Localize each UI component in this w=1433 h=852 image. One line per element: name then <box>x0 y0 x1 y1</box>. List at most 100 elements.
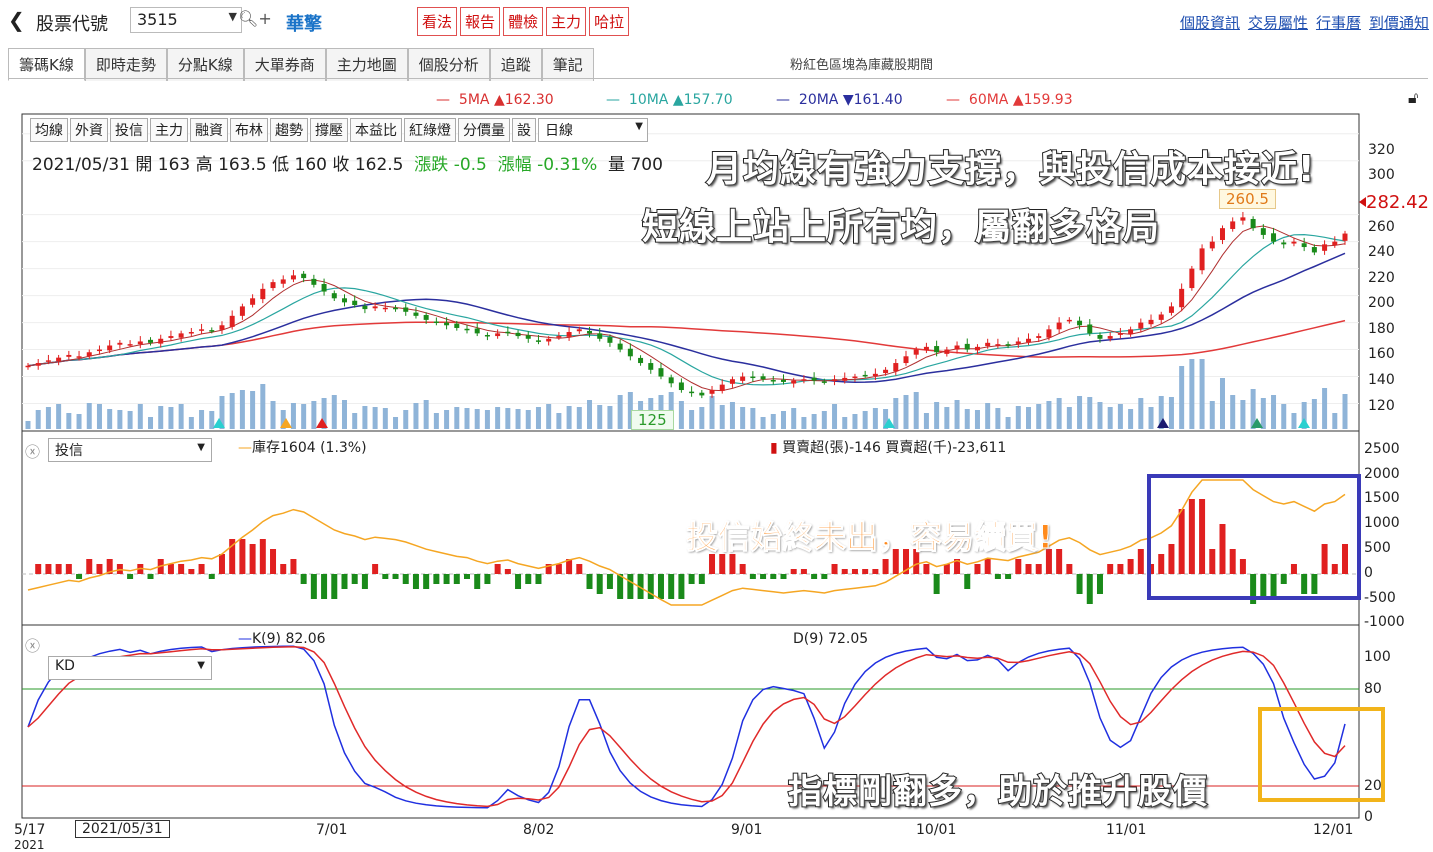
volume-bar <box>770 414 776 429</box>
candle-body <box>883 369 889 374</box>
inv-buy-bar <box>882 559 889 574</box>
volume-bar <box>903 395 909 429</box>
inv-buy-bar <box>270 549 277 574</box>
volume-bar <box>1291 413 1297 429</box>
volume-bar <box>96 404 102 429</box>
volume-bar <box>566 406 572 429</box>
volume-bar <box>25 421 31 429</box>
x-tick: 12/01 <box>1313 822 1354 838</box>
inv-buy-bar <box>1158 554 1165 574</box>
candle-body <box>556 336 562 338</box>
inv-sell-bar <box>402 574 409 584</box>
volume-bar <box>1189 359 1195 429</box>
chevron-down-icon: ▼ <box>197 660 205 671</box>
candle-body <box>689 391 695 394</box>
inv-buy-bar <box>290 559 297 574</box>
close-icon[interactable]: ⓧ <box>25 441 40 462</box>
volume-bar <box>1046 401 1052 429</box>
volume-bar <box>893 398 899 429</box>
inv-sell-bar <box>1076 574 1083 594</box>
inv-buy-bar <box>504 569 511 574</box>
candle-body <box>158 338 164 344</box>
candle-body <box>1209 241 1215 249</box>
candle-body <box>270 282 276 289</box>
candle-body <box>117 342 123 345</box>
candle-body <box>311 278 317 285</box>
candle-body <box>627 348 633 357</box>
cursor-date: 2021/05/31 <box>75 820 170 838</box>
ohlc-open-label: 開 <box>135 155 153 175</box>
ohlc-pct-label: 漲幅 <box>497 155 532 175</box>
volume-bar <box>1168 397 1174 429</box>
volume-bar <box>148 417 154 429</box>
inv-sell-bar <box>535 574 542 584</box>
period-select[interactable]: 日線 ▼ <box>538 118 648 142</box>
candle-body <box>1026 338 1032 343</box>
volume-bar <box>1219 378 1225 429</box>
volume-bar <box>239 390 245 429</box>
candle-body <box>321 284 327 292</box>
inv-buy-bar <box>1056 549 1063 574</box>
candle-body <box>1066 319 1072 322</box>
inv-sell-bar <box>351 574 358 584</box>
btn-trend[interactable]: 趨勢 <box>270 118 308 142</box>
btn-margin[interactable]: 融資 <box>190 118 228 142</box>
candle-body <box>505 331 511 334</box>
candle-body <box>903 356 909 364</box>
inv-sell-bar <box>688 574 695 584</box>
x-tick: 7/01 <box>316 822 348 838</box>
inv-selector-value: 投信 <box>55 443 83 459</box>
inv-sell-bar <box>617 574 624 599</box>
inv-sell-bar <box>423 574 430 589</box>
candle-body <box>1036 336 1042 338</box>
close-icon[interactable]: ⓧ <box>25 635 40 656</box>
btn-vol-profile[interactable]: 分價量 <box>458 118 510 142</box>
volume-bar <box>1056 398 1062 429</box>
inv-sell-bar <box>515 574 522 589</box>
btn-pe[interactable]: 本益比 <box>350 118 402 142</box>
inv-sell-bar <box>443 574 450 584</box>
btn-ma[interactable]: 均線 <box>30 118 68 142</box>
inv-sell-bar <box>127 574 134 579</box>
candle-body <box>515 332 521 337</box>
candle-body <box>760 376 766 380</box>
volume-bar <box>1342 394 1348 429</box>
candle-body <box>658 368 664 377</box>
candle-body <box>331 293 337 299</box>
btn-trust[interactable]: 投信 <box>110 118 148 142</box>
inv-buy-bar <box>1127 559 1134 574</box>
kd-selector[interactable]: KD ▼ <box>48 656 212 680</box>
btn-settings[interactable]: 設 <box>512 118 536 142</box>
x-tick: 11/01 <box>1106 822 1147 838</box>
ohlc-close: 162.5 <box>354 155 404 175</box>
volume-bar <box>1026 407 1032 429</box>
inv-sell-bar <box>749 574 756 579</box>
candle-body <box>352 300 358 306</box>
volume-bar <box>127 411 133 429</box>
candle-body <box>86 352 92 357</box>
candle-body <box>699 392 705 396</box>
btn-support[interactable]: 撐壓 <box>310 118 348 142</box>
ohlc-open: 163 <box>157 155 191 175</box>
candle-body <box>66 354 72 357</box>
btn-major[interactable]: 主力 <box>150 118 188 142</box>
inv-selector[interactable]: 投信 ▼ <box>48 438 212 462</box>
ohlc-vol-label: 量 <box>608 155 626 175</box>
btn-foreign[interactable]: 外資 <box>70 118 108 142</box>
inv-buy-bar <box>739 564 746 574</box>
candle-body <box>403 307 409 312</box>
btn-bollinger[interactable]: 布林 <box>230 118 268 142</box>
inv-buy-bar <box>841 569 848 574</box>
ohlc-chg: -0.5 <box>453 155 487 175</box>
volume-bar <box>188 417 194 429</box>
candle-body <box>1077 320 1083 326</box>
x-tick: 10/01 <box>916 822 957 838</box>
candle-body <box>1342 233 1348 241</box>
volume-bar <box>270 401 276 429</box>
inv-sell-bar <box>474 574 481 589</box>
volume-bar <box>56 404 62 429</box>
btn-traffic[interactable]: 紅綠燈 <box>404 118 456 142</box>
inv-sell-bar <box>1086 574 1093 604</box>
ohlc-high: 163.5 <box>218 155 267 175</box>
candle-body <box>964 343 970 350</box>
